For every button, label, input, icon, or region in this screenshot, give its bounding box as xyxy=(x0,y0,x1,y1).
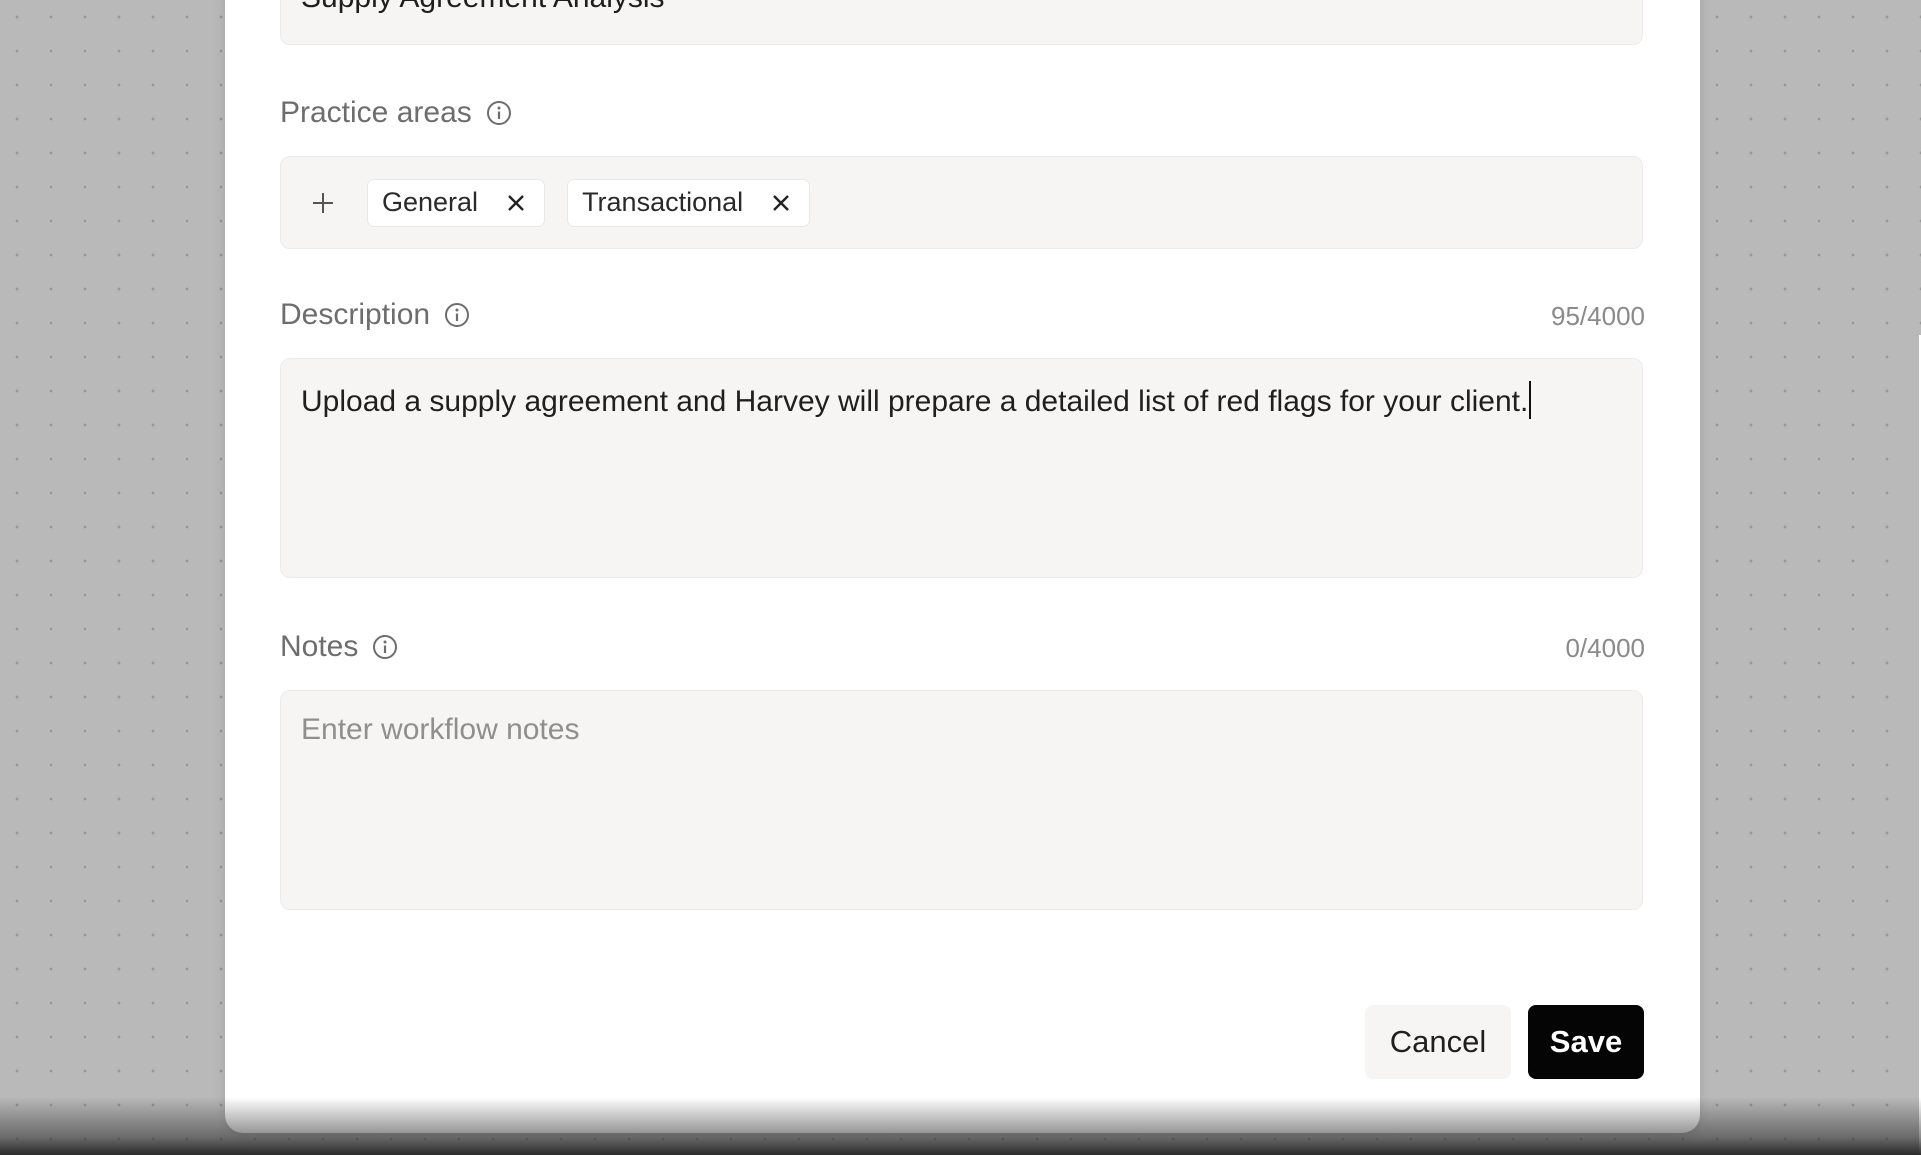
notes-field xyxy=(280,690,1643,910)
description-label: Description xyxy=(280,298,431,331)
tag-label: Transactional xyxy=(582,187,744,217)
info-icon[interactable] xyxy=(444,302,470,328)
info-icon[interactable] xyxy=(486,100,512,126)
practice-areas-field: General Transactional xyxy=(280,156,1643,249)
notes-textarea[interactable] xyxy=(281,691,1642,909)
text-cursor xyxy=(1529,381,1532,419)
close-icon[interactable] xyxy=(506,193,526,213)
edit-workflow-dialog: Supply Agreement Analysis Practice areas… xyxy=(225,0,1700,1133)
workflow-name-value: Supply Agreement Analysis xyxy=(301,0,665,15)
screen-bottom-shadow xyxy=(0,1097,1921,1155)
description-text: Upload a supply agreement and Harvey wil… xyxy=(301,381,1532,419)
practice-area-tag: Transactional xyxy=(567,178,811,227)
info-icon[interactable] xyxy=(372,634,398,660)
description-char-counter: 95/4000 xyxy=(1551,301,1645,331)
plus-icon[interactable] xyxy=(309,189,337,217)
notes-char-counter: 0/4000 xyxy=(1565,633,1645,663)
workflow-name-field[interactable]: Supply Agreement Analysis xyxy=(280,0,1643,45)
notes-label: Notes xyxy=(280,630,359,663)
practice-areas-label-row: Practice areas xyxy=(280,96,512,130)
practice-areas-label: Practice areas xyxy=(280,96,472,129)
save-button[interactable]: Save xyxy=(1528,1005,1644,1079)
close-icon[interactable] xyxy=(771,193,791,213)
tag-label: General xyxy=(382,187,479,217)
description-label-row: Description xyxy=(280,298,470,332)
practice-area-tag: General xyxy=(367,178,546,227)
cancel-button[interactable]: Cancel xyxy=(1365,1005,1511,1079)
notes-label-row: Notes xyxy=(280,630,398,664)
description-textarea[interactable]: Upload a supply agreement and Harvey wil… xyxy=(280,358,1643,578)
description-value: Upload a supply agreement and Harvey wil… xyxy=(301,385,1529,418)
